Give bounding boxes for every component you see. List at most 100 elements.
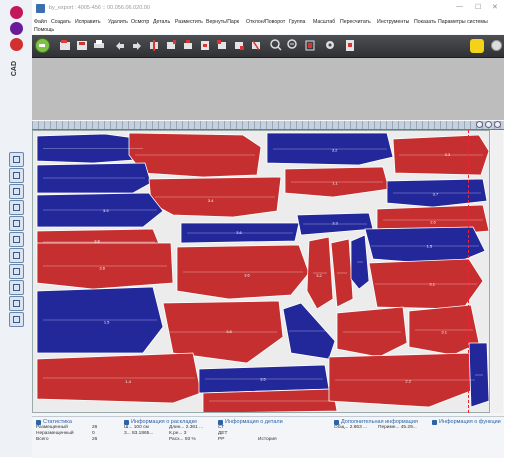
marker-canvas[interactable]: 3.2 3.3 3.4 1.1 3.7 3.5 3.8 3.6 3.3 2.6 1.5 3.6 3.6 3…: [32, 130, 490, 413]
collapse-icon[interactable]: [124, 419, 129, 425]
start-icon[interactable]: [35, 38, 50, 53]
stat-label: Всего: [36, 437, 49, 442]
piece-label: 3.8: [94, 239, 100, 244]
layer-tool-icon[interactable]: [9, 232, 24, 247]
menu-group[interactable]: Группа: [289, 19, 305, 25]
move-icon[interactable]: [182, 39, 194, 52]
piece-label: 1.5: [104, 320, 110, 325]
export-tool-icon[interactable]: [9, 280, 24, 295]
menu-help[interactable]: Помощь: [34, 27, 54, 33]
collapse-icon[interactable]: [334, 419, 339, 425]
fit-icon[interactable]: [304, 39, 316, 52]
panel-title: Информация о функции: [439, 419, 501, 425]
extra-value: Общ... 2.863 ...: [334, 425, 368, 430]
additional-info-panel: Дополнительная информация Общ... 2.863 .…: [334, 419, 430, 457]
undo-icon[interactable]: [114, 39, 126, 52]
settings-icon[interactable]: [324, 39, 336, 52]
statistics-panel: Статистика Размещенный 26 Неразмещенный 0 …: [36, 419, 118, 457]
align-icon[interactable]: [199, 39, 211, 52]
piece-label: 2.6: [430, 219, 436, 224]
piece-label: 3.5: [260, 377, 266, 382]
piece-label: 1.4: [125, 379, 131, 384]
close-button[interactable]: ✕: [492, 3, 498, 11]
cut-icon[interactable]: [250, 39, 262, 52]
piece-value: РР: [218, 437, 225, 442]
report-tool-icon[interactable]: [9, 248, 24, 263]
menu-view[interactable]: Осмотр: [131, 19, 149, 25]
print-icon[interactable]: [93, 39, 105, 52]
piece-label: 3.6: [244, 273, 250, 278]
piece-label: 3.6: [99, 266, 105, 271]
piece-label: 3.6: [236, 230, 242, 235]
marker-tool-icon[interactable]: [9, 184, 24, 199]
cut-tool-icon[interactable]: [9, 216, 24, 231]
rotate-icon[interactable]: [165, 39, 177, 52]
zoom-in-icon[interactable]: [270, 39, 282, 52]
app-logo-icon: [36, 4, 45, 13]
maximize-button[interactable]: ☐: [475, 3, 481, 11]
cad-label: CAD: [11, 61, 18, 77]
no-entry-icon[interactable]: [10, 38, 23, 51]
piece-label: 1.1: [332, 181, 338, 186]
menu-recalculate[interactable]: Пересчитать: [340, 19, 371, 25]
plot-tool-icon[interactable]: [9, 264, 24, 279]
piece-label: 3.2: [316, 273, 322, 278]
info-panel-bar: Статистика Размещенный 26 Неразмещенный 0 …: [32, 416, 504, 458]
menu-tilt-rotate[interactable]: Отклон/Поворот: [246, 19, 285, 25]
extra-value: Периме... 45.29...: [378, 425, 417, 430]
piece-label: 3.1: [441, 330, 447, 335]
redo-icon[interactable]: [131, 39, 143, 52]
function-info-panel: Информация о функции: [432, 419, 504, 457]
menu-delete[interactable]: Удалить: [108, 19, 128, 25]
piece-label: 3.8: [226, 329, 232, 334]
exit-icon[interactable]: [344, 39, 356, 52]
title-bar: by_export : 4005-456 :: 00.056.06.020.00…: [32, 0, 504, 17]
flip-icon[interactable]: [148, 39, 160, 52]
stat-value: 26: [92, 437, 98, 442]
menu-edit[interactable]: Исправить: [75, 19, 101, 25]
menu-scale[interactable]: Масштаб: [313, 19, 335, 25]
piece-label: 3.3: [332, 221, 338, 226]
minimize-button[interactable]: —: [456, 3, 463, 10]
help-tool-icon[interactable]: [9, 312, 24, 327]
alert-icon[interactable]: [470, 39, 484, 53]
home-icon[interactable]: [10, 6, 23, 19]
zoom-out-button[interactable]: [485, 121, 492, 128]
piece-label: 3.3: [445, 152, 451, 157]
measure-tool-icon[interactable]: [9, 200, 24, 215]
zoom-reset-button[interactable]: [494, 121, 501, 128]
menu-system-settings[interactable]: Параметры системы: [438, 19, 488, 25]
collapse-icon[interactable]: [432, 419, 437, 425]
piece-label: 3.5: [103, 208, 109, 213]
menu-create[interactable]: Создать: [51, 19, 71, 25]
piece-label: 3.4: [208, 198, 214, 203]
menu-piece[interactable]: Деталь: [153, 19, 170, 25]
account-icon[interactable]: [491, 40, 502, 51]
group-icon[interactable]: [216, 39, 228, 52]
history-label[interactable]: История: [258, 437, 277, 443]
menu-place[interactable]: Разместить: [175, 19, 203, 25]
menu-show[interactable]: Показать: [414, 19, 436, 25]
save-icon[interactable]: [76, 39, 88, 52]
zoom-in-button[interactable]: [476, 121, 483, 128]
menu-tools[interactable]: Инструменты: [377, 19, 409, 25]
piece-info-panel: Информация о детали СТ ДЕТ РР История: [218, 419, 328, 457]
ungroup-icon[interactable]: [233, 39, 245, 52]
grading-tool-icon[interactable]: [9, 168, 24, 183]
window-title: by_export : 4005-456 :: 00.056.06.020.00: [49, 5, 150, 11]
marker-layout[interactable]: 3.2 3.3 3.4 1.1 3.7 3.5 3.8 3.6 3.3 2.6 1.5 3.6 3.6 3…: [33, 131, 490, 413]
cad-side-panel: CAD: [0, 0, 33, 457]
pattern-tool-icon[interactable]: [9, 152, 24, 167]
open-icon[interactable]: [59, 39, 71, 52]
user-icon[interactable]: [10, 22, 23, 35]
menu-return-park[interactable]: Вернуть/Парк: [206, 19, 239, 25]
menu-file[interactable]: Файл: [34, 19, 47, 25]
zoom-out-icon[interactable]: [287, 39, 299, 52]
collapse-icon[interactable]: [218, 419, 223, 425]
main-toolbar: [32, 35, 504, 58]
piece-label: 2.2: [405, 379, 411, 384]
settings-tool-icon[interactable]: [9, 296, 24, 311]
vertical-scrollbar[interactable]: [491, 130, 503, 413]
collapse-icon[interactable]: [36, 419, 41, 425]
piece-label: 3.1: [429, 281, 435, 286]
